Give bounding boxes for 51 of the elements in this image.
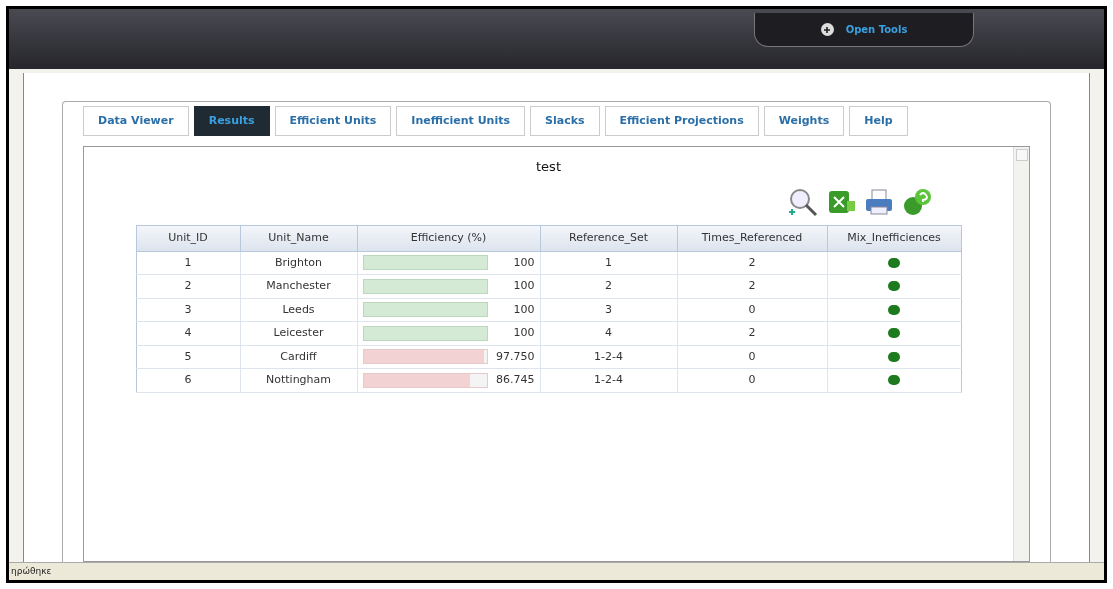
table-cell: 2 xyxy=(677,251,827,275)
tab[interactable]: Inefficient Units xyxy=(396,106,526,136)
efficiency-value: 97.750 xyxy=(495,348,535,365)
help-icon[interactable] xyxy=(901,186,933,217)
tab[interactable]: Slacks xyxy=(530,106,600,136)
table-cell: 1-2-4 xyxy=(540,345,677,369)
table-cell: 3 xyxy=(540,298,677,322)
table-cell: 0 xyxy=(677,298,827,322)
table-cell: 6 xyxy=(136,368,240,392)
table-cell: 2 xyxy=(540,274,677,298)
efficiency-value: 100 xyxy=(512,278,535,294)
printer-icon[interactable] xyxy=(863,186,895,217)
column-header: Reference_Set xyxy=(540,225,677,251)
tab[interactable]: Efficient Units xyxy=(274,106,392,136)
tab[interactable]: Results xyxy=(193,106,270,136)
table-cell: 1-2-4 xyxy=(540,368,677,392)
efficiency-value: 100 xyxy=(512,325,535,341)
table-cell: 4 xyxy=(540,321,677,345)
table-cell: Nottingham xyxy=(240,368,357,392)
table-cell: 2 xyxy=(136,274,240,298)
column-header: Unit_Name xyxy=(240,225,357,251)
tab[interactable]: Help xyxy=(849,106,908,136)
column-header: Times_Referenced xyxy=(677,225,827,251)
table-cell: 1 xyxy=(540,251,677,275)
table-cell: 2 xyxy=(677,321,827,345)
efficiency-value: 100 xyxy=(512,301,535,318)
table-cell: 0 xyxy=(677,345,827,369)
column-header: Efficiency (%) xyxy=(357,225,540,251)
zoom-icon[interactable] xyxy=(787,186,819,217)
column-header: Mix_Inefficiences xyxy=(827,225,961,251)
results-title: test xyxy=(536,158,561,176)
table-cell: Brighton xyxy=(240,251,357,275)
table-cell: 2 xyxy=(677,274,827,298)
tab[interactable]: Data Viewer xyxy=(83,106,189,136)
table-cell: Manchester xyxy=(240,274,357,298)
column-header: Unit_ID xyxy=(136,225,240,251)
table-cell: Leeds xyxy=(240,298,357,322)
tab[interactable]: Efficient Projections xyxy=(604,106,759,136)
efficiency-value: 86.745 xyxy=(495,372,535,388)
table-cell: 4 xyxy=(136,321,240,345)
plus-icon xyxy=(820,23,834,36)
efficiency-value: 100 xyxy=(512,254,535,271)
open-tools-button[interactable]: Open Tools xyxy=(754,13,974,47)
table-cell: Leicester xyxy=(240,321,357,345)
table-cell: 5 xyxy=(136,345,240,369)
tab[interactable]: Weights xyxy=(763,106,845,136)
table-cell: 3 xyxy=(136,298,240,322)
table-cell: 1 xyxy=(136,251,240,275)
status-text: ηρώθηκε xyxy=(11,564,52,578)
table-cell: Cardiff xyxy=(240,345,357,369)
table-cell: 0 xyxy=(677,368,827,392)
